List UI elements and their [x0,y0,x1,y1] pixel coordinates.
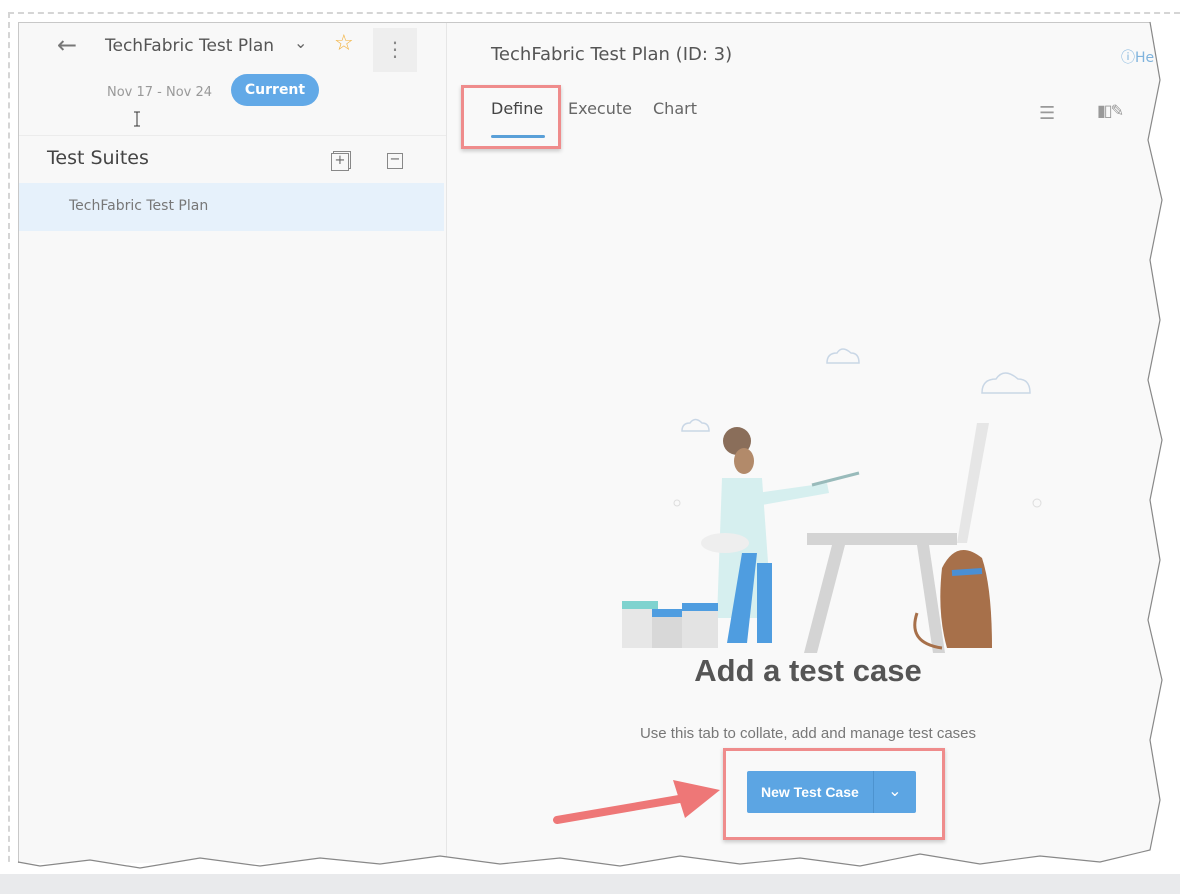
cloud-icon [681,348,1031,432]
collapse-all-icon[interactable]: − [387,153,403,169]
help-circle-icon: ⓘ [1121,50,1135,66]
suite-item-label: TechFabric Test Plan [69,198,209,214]
empty-state-title: Add a test case [694,653,922,688]
tab-chart[interactable]: Chart [653,99,697,118]
bottom-bar [0,874,1180,894]
star-icon[interactable]: ☆ [334,31,354,56]
chevron-down-icon: ⌄ [888,781,902,800]
empty-state-illustration [622,348,1042,653]
left-panel: ← TechFabric Test Plan ⌄ ☆ ⋮ Nov 17 - No… [19,23,447,863]
column-options-icon[interactable]: ▮▯✎ [1097,101,1124,120]
main-panel: TechFabric Test Plan (ID: 3) ⓘHe Define … [447,23,1169,863]
tab-execute[interactable]: Execute [568,99,632,118]
new-test-case-button[interactable]: New Test Case [747,771,873,813]
empty-state-description: Use this tab to collate, add and manage … [639,725,977,742]
filter-lines-icon[interactable]: ☰ [1039,103,1055,124]
date-range: Nov 17 - Nov 24 [107,85,213,100]
test-plan-app: ← TechFabric Test Plan ⌄ ☆ ⋮ Nov 17 - No… [18,22,1169,863]
page-title: TechFabric Test Plan (ID: 3) [491,44,733,65]
back-arrow-icon[interactable]: ← [57,31,77,59]
define-tab-highlight-annotation [461,85,561,149]
plan-name[interactable]: TechFabric Test Plan [105,36,274,56]
paint-cans [622,601,718,648]
text-cursor-icon [134,111,140,127]
test-suites-title: Test Suites [47,147,149,169]
annotation-arrow-icon [553,780,720,824]
chevron-down-icon[interactable]: ⌄ [294,33,307,52]
suite-item[interactable]: TechFabric Test Plan [19,183,444,231]
new-test-case-dropdown-button[interactable]: ⌄ [873,771,916,813]
current-badge: Current [231,74,319,106]
expand-all-icon[interactable]: + [331,153,349,171]
help-link[interactable]: ⓘHe [1121,47,1154,67]
new-test-case-split-button: New Test Case ⌄ [747,771,916,813]
more-options-button[interactable]: ⋮ [373,28,417,72]
divider [19,135,446,136]
more-vertical-icon: ⋮ [385,37,405,61]
